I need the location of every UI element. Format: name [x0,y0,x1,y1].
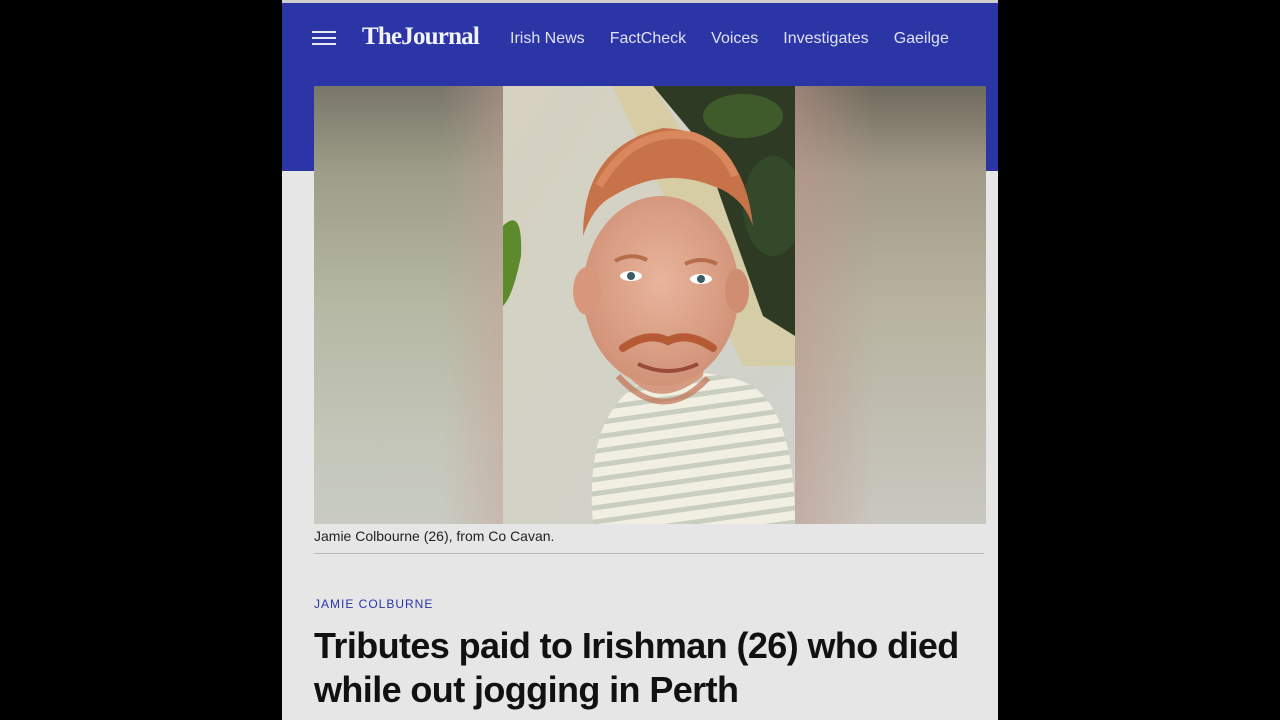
nav-irish-news[interactable]: Irish News [510,30,585,48]
hero-blur-right [795,86,986,524]
nav-voices[interactable]: Voices [711,30,758,48]
main-nav: Irish News FactCheck Voices Investigates… [510,30,949,48]
nav-factcheck[interactable]: FactCheck [610,30,686,48]
portrait-photo [503,86,795,524]
topic-tag-link[interactable]: JAMIE COLBURNE [314,597,433,611]
article-headline: Tributes paid to Irishman (26) who died … [314,625,959,710]
hamburger-menu-icon[interactable] [312,29,338,47]
hero-image [314,86,986,524]
article-page: TheJournal Irish News FactCheck Voices I… [282,0,998,720]
caption-divider [314,553,984,554]
hero-blur-left [314,86,503,524]
site-logo[interactable]: TheJournal [362,23,480,51]
nav-gaeilge[interactable]: Gaeilge [894,30,949,48]
image-caption: Jamie Colbourne (26), from Co Cavan. [314,528,555,544]
nav-investigates[interactable]: Investigates [783,30,868,48]
